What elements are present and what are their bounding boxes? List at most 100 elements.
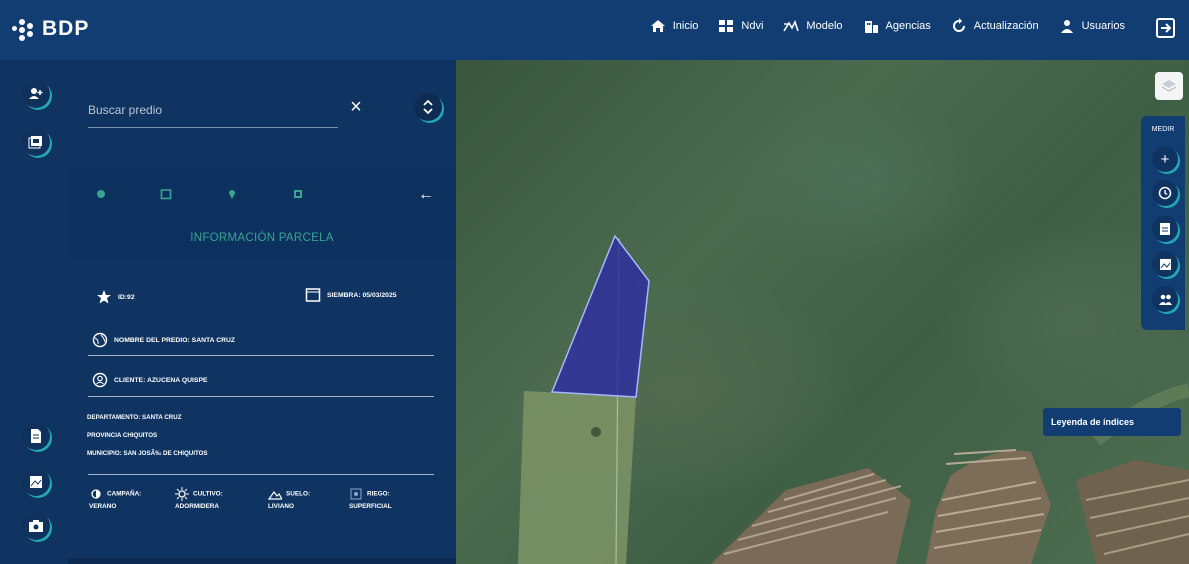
sowing-date: SIEMBRA: 05/03/2025 [305,287,397,303]
refresh-icon [952,18,965,32]
left-rail [0,60,68,564]
clock-icon [1158,186,1172,200]
file-icon [1160,223,1170,235]
irrigation-value: SUPERFICIAL [349,503,392,510]
layers-button[interactable] [1155,72,1183,100]
app-root: BDP Inicio Ndvi Modelo Agencias Actualiz… [0,0,1189,564]
soil-value: LIVIANO [268,503,294,510]
camera-icon [29,520,43,532]
divider [88,474,434,475]
satellite-map[interactable]: MEDIR + Leyenda de índices [456,60,1189,564]
sort-toggle-button[interactable] [414,93,442,121]
panel-tabs: ← INFORMACIÓN PARCELA [68,168,456,258]
soil-label: SUELO: [286,490,311,498]
campaign-label: CAMPAÑA: [107,490,142,498]
top-bar: BDP Inicio Ndvi Modelo Agencias Actualiz… [0,0,1189,60]
soil-attr: SUELO: LIVIANO [268,487,310,510]
sun-moon-icon [91,489,101,499]
nav-label: Usuarios [1081,20,1125,32]
plus-icon: + [1160,150,1170,168]
campaign-value: VERANO [89,503,117,510]
add-user-button[interactable] [22,80,50,108]
users-icon [1158,294,1172,305]
department: DEPARTAMENTO: SANTA CRUZ [87,414,182,421]
search-field [88,92,338,128]
measure-toolbar: MEDIR + [1141,116,1185,330]
image-icon [1159,258,1171,270]
province-text: PROVINCIA CHIQUITOS [87,432,158,439]
parcel-panel: × ← INFORMACIÓN PARCELA ID:92 SIEMBRA: 0… [68,60,456,558]
map-imagery [518,234,1189,564]
calendar-icon [305,288,321,302]
parcel-id-text: ID:92 [118,293,135,301]
main-nav: Inicio Ndvi Modelo Agencias Actualizació… [650,18,1125,34]
document-button[interactable] [22,422,50,450]
gallery-button[interactable] [22,128,50,156]
campaign-attr: CAMPAÑA: VERANO [89,487,141,510]
irrigation-icon [350,488,362,500]
layers-icon [1161,80,1177,92]
nav-label: Agencias [885,20,931,32]
nav-item-inicio[interactable]: Inicio [650,18,699,34]
image-icon [30,476,42,488]
parcel-id: ID:92 [96,289,135,305]
nav-label: Inicio [672,20,699,32]
camera-button[interactable] [22,512,50,540]
back-arrow-icon[interactable]: ← [418,186,434,204]
nav-item-actualizacion[interactable]: Actualización [951,18,1039,34]
user-circle-icon [92,372,108,388]
logo-mark-icon [10,16,38,42]
mountain-icon [268,490,282,500]
zoom-in-button[interactable]: + [1152,146,1178,172]
municipality: MUNICIPIO: SAN JOSÃ‰ DE CHIQUITOS [87,450,208,457]
search-input[interactable] [88,92,338,127]
image-layer-button[interactable] [1152,251,1178,277]
measure-label: MEDIR [1151,126,1175,133]
client-name: CLIENTE: AZUCENA QUISPE [92,372,208,388]
divider [88,396,434,397]
nav-label: Modelo [806,20,843,32]
nav-item-modelo[interactable]: Modelo [783,18,843,34]
crop-value: ADORMIDERA [175,503,220,510]
crop-label: CULTIVO: [193,490,223,498]
clear-search-icon[interactable]: × [347,97,365,117]
home-icon [650,20,665,32]
nav-label: Ndvi [741,20,764,32]
tab-location-icon[interactable] [226,188,238,200]
legend-button[interactable]: Leyenda de índices [1043,408,1181,436]
logout-icon[interactable] [1155,17,1177,39]
users-button[interactable] [1152,286,1178,312]
chevron-up-down-icon [423,100,433,114]
gallery-icon [28,136,42,149]
history-button[interactable] [1152,180,1178,206]
nav-item-agencias[interactable]: Agencias [863,18,931,34]
municipality-text: MUNICIPIO: SAN JOSÃ‰ DE CHIQUITOS [87,450,208,457]
globe-icon [92,332,108,348]
property-name: NOMBRE DEL PREDIO: SANTA CRUZ [92,332,235,348]
nav-item-usuarios[interactable]: Usuarios [1059,18,1125,34]
tab-calendar-icon[interactable] [160,188,172,200]
section-title: INFORMACIÓN PARCELA [190,232,334,244]
parcel-info: ID:92 SIEMBRA: 05/03/2025 NOMBRE DEL PRE… [68,265,456,558]
tab-layers-icon[interactable] [292,188,304,200]
brand-name: BDP [42,17,90,40]
divider [88,355,434,356]
star-icon [97,290,111,304]
irrigation-label: RIEGO: [367,490,390,498]
image-button[interactable] [22,468,50,496]
brand-logo[interactable]: BDP [10,12,89,46]
document-icon [31,429,41,443]
user-icon [1060,20,1073,33]
tab-info-icon[interactable] [95,188,107,200]
nav-label: Actualización [973,20,1039,32]
report-button[interactable] [1152,216,1178,242]
gear-sun-icon [175,487,189,501]
property-name-text: NOMBRE DEL PREDIO: SANTA CRUZ [114,336,236,344]
add-user-icon [29,88,43,99]
building-icon [864,21,878,33]
sowing-date-text: SIEMBRA: 05/03/2025 [327,291,397,299]
nav-item-ndvi[interactable]: Ndvi [718,18,763,34]
province: PROVINCIA CHIQUITOS [87,432,157,439]
irrigation-attr: RIEGO: SUPERFICIAL [349,487,392,510]
department-text: DEPARTAMENTO: SANTA CRUZ [87,414,182,421]
